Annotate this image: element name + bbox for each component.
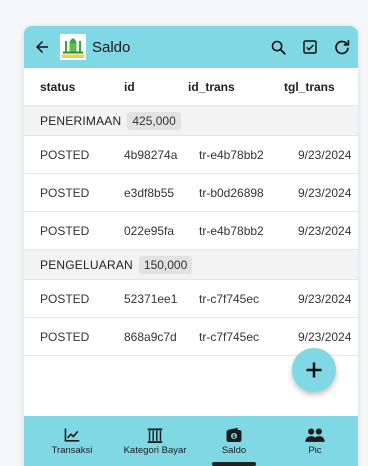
table-header: status id id_trans tgl_trans xyxy=(24,68,358,106)
app-logo xyxy=(60,34,86,60)
cell-tgl-trans: 9/23/2024 xyxy=(298,292,352,306)
bottom-navigation: Transaksi Kategori Bayar $ Saldo Pic xyxy=(24,416,358,466)
checkbox-icon xyxy=(303,40,317,54)
cell-status: POSTED xyxy=(40,224,90,238)
active-tab-indicator xyxy=(212,462,256,466)
back-button[interactable] xyxy=(24,26,60,68)
app-bar: Saldo xyxy=(24,26,358,68)
cell-status: POSTED xyxy=(40,186,90,200)
chart-icon xyxy=(64,427,80,442)
cell-id: 4b98274a xyxy=(124,148,178,162)
cell-tgl-trans: 9/23/2024 xyxy=(298,186,352,200)
search-button[interactable] xyxy=(262,26,294,68)
cell-status: POSTED xyxy=(40,330,90,344)
group-header-pengeluaran[interactable]: PENGELUARAN 150,000 xyxy=(24,250,358,280)
nav-label: Transaksi xyxy=(51,444,93,456)
cell-id-trans: tr-c7f745ec xyxy=(199,292,260,306)
column-header-id[interactable]: id xyxy=(124,68,135,106)
app-screen: Saldo status id id_trans tgl_trans PENER… xyxy=(24,26,358,466)
cell-id-trans: tr-e4b78bb2 xyxy=(199,148,264,162)
column-header-status[interactable]: status xyxy=(40,68,75,106)
plus-icon xyxy=(306,362,322,378)
people-icon xyxy=(305,427,325,442)
nav-item-kategori-bayar[interactable]: Kategori Bayar xyxy=(110,416,200,466)
group-total: 425,000 xyxy=(127,111,181,130)
cell-id: 022e95fa xyxy=(124,224,175,238)
group-total: 150,000 xyxy=(138,255,193,274)
add-transaction-button[interactable] xyxy=(292,348,336,392)
cell-status: POSTED xyxy=(40,292,90,306)
table-row[interactable]: POSTED e3df8b55 tr-b0d26898 9/23/2024 xyxy=(24,174,358,212)
table-row[interactable]: POSTED 022e95fa tr-e4b78bb2 9/23/2024 xyxy=(24,212,358,250)
cell-id: e3df8b55 xyxy=(124,186,175,200)
cell-id: 868a9c7d xyxy=(124,330,177,344)
group-header-penerimaan[interactable]: PENERIMAAN 425,000 xyxy=(24,106,358,136)
refresh-icon xyxy=(335,40,350,55)
nav-label: Kategori Bayar xyxy=(123,444,187,456)
cell-id-trans: tr-b0d26898 xyxy=(199,186,264,200)
table-row[interactable]: POSTED 52371ee1 tr-c7f745ec 9/23/2024 xyxy=(24,280,358,318)
mosque-logo-icon xyxy=(60,34,86,60)
wallet-icon: $ xyxy=(226,427,242,442)
nav-item-transaksi[interactable]: Transaksi xyxy=(44,416,100,466)
cell-id-trans: tr-e4b78bb2 xyxy=(199,224,264,238)
page-title: Saldo xyxy=(92,38,131,56)
cell-tgl-trans: 9/23/2024 xyxy=(298,148,352,162)
nav-item-pic[interactable]: Pic xyxy=(290,416,340,466)
group-name: PENGELUARAN xyxy=(40,257,133,272)
group-name: PENERIMAAN xyxy=(40,113,122,128)
refresh-button[interactable] xyxy=(326,26,358,68)
table-row[interactable]: POSTED 4b98274a tr-e4b78bb2 9/23/2024 xyxy=(24,136,358,174)
column-header-tgl-trans[interactable]: tgl_trans xyxy=(284,68,335,106)
column-header-id-trans[interactable]: id_trans xyxy=(188,68,235,106)
building-icon xyxy=(147,427,163,443)
cell-id: 52371ee1 xyxy=(124,292,178,306)
nav-label: Saldo xyxy=(221,445,247,456)
cell-tgl-trans: 9/23/2024 xyxy=(298,224,352,238)
arrow-left-icon xyxy=(36,41,48,53)
nav-label: Pic xyxy=(308,444,322,456)
cell-status: POSTED xyxy=(40,148,90,162)
search-icon xyxy=(271,40,286,55)
cell-id-trans: tr-c7f745ec xyxy=(199,330,260,344)
nav-item-saldo[interactable]: $ Saldo xyxy=(212,416,256,466)
select-button[interactable] xyxy=(294,26,326,68)
